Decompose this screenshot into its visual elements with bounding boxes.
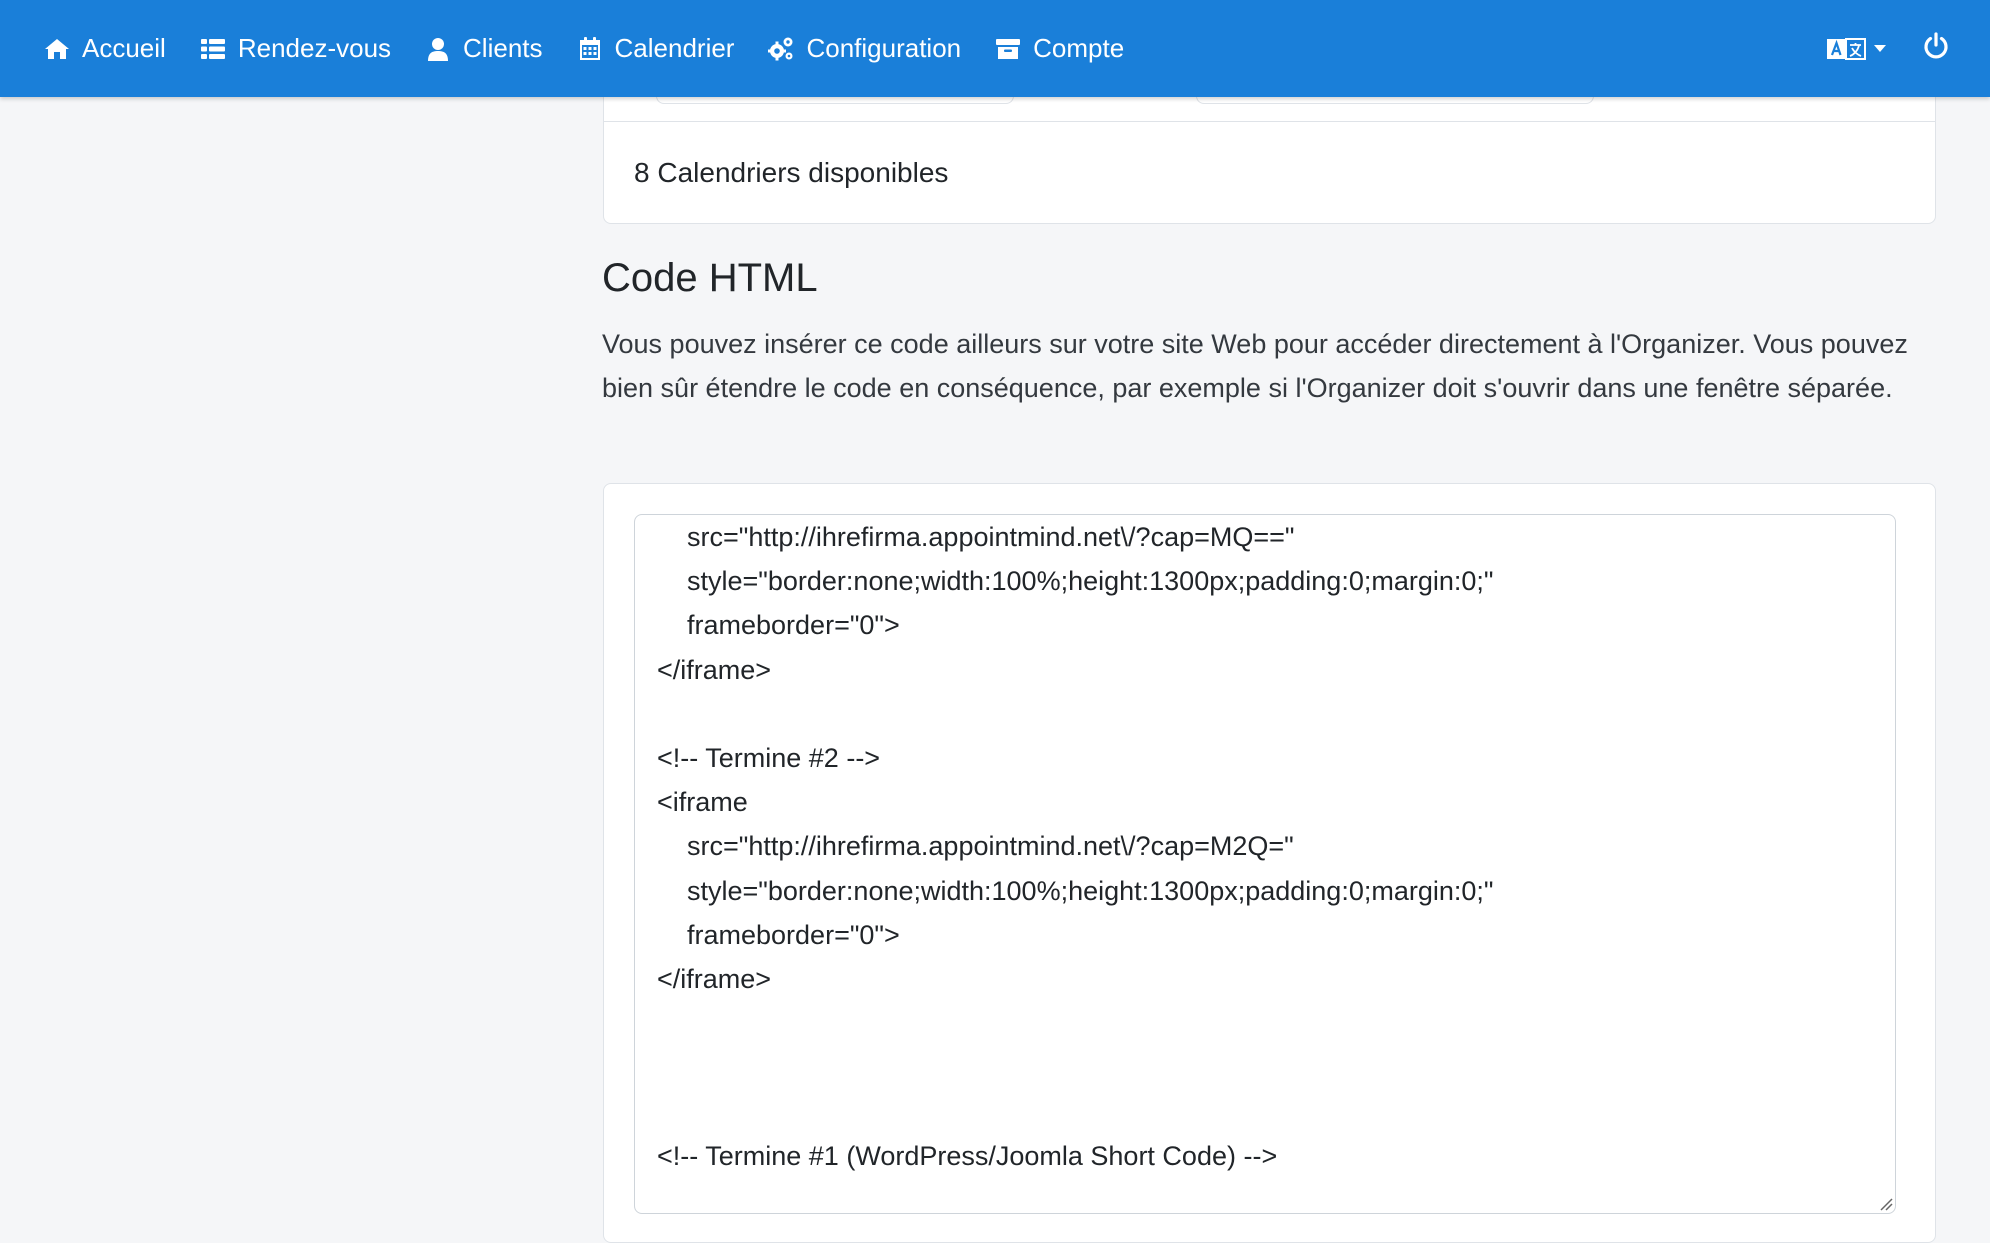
language-icon	[1827, 37, 1866, 60]
nav-item-label: Rendez-vous	[237, 33, 392, 63]
home-icon	[45, 38, 69, 59]
archive-icon	[996, 38, 1021, 59]
nav-item-compte[interactable]: Compte	[995, 33, 1124, 64]
user-icon	[428, 37, 449, 61]
nav-item-label: Compte	[1033, 33, 1125, 63]
code-line: style="border:none;width:100%;height:130…	[657, 566, 1494, 597]
code-line: frameborder="0">	[657, 610, 900, 641]
logout-button[interactable]	[1922, 32, 1950, 65]
section-description: Vous pouvez insérer ce code ailleurs sur…	[602, 329, 1908, 403]
chevron-down-icon	[1874, 44, 1886, 52]
section-title: Code HTML	[602, 256, 818, 300]
top-navbar: Accueil Rendez-vous Clients Calendrier C…	[0, 0, 1990, 97]
language-dropdown[interactable]	[1826, 37, 1886, 61]
code-line: </iframe>	[657, 654, 772, 685]
nav-item-label: Calendrier	[614, 33, 735, 63]
code-line: style="border:none;width:100%;height:130…	[657, 875, 1494, 906]
nav-item-label: Clients	[463, 33, 543, 63]
code-line: frameborder="0">	[657, 919, 900, 950]
nav-item-accueil[interactable]: Accueil	[44, 33, 166, 64]
code-line: src="http://ihrefirma.appointmind.net\/?…	[657, 522, 1295, 552]
code-line: src="http://ihrefirma.appointmind.net\/?…	[657, 831, 1294, 862]
code-line: <!-- Termine #1 (WordPress/Joomla Short …	[657, 1140, 1278, 1171]
nav-item-configuration[interactable]: Configuration	[768, 33, 961, 64]
nav-right-controls	[1826, 0, 1950, 97]
html-code-textarea[interactable]: src="http://ihrefirma.appointmind.net\/?…	[634, 514, 1896, 1214]
nav-item-label: Accueil	[82, 33, 166, 63]
code-line: <iframe	[657, 787, 748, 818]
list-icon	[200, 38, 225, 59]
nav-item-calendrier[interactable]: Calendrier	[577, 33, 735, 64]
html-code-card: src="http://ihrefirma.appointmind.net\/?…	[603, 483, 1936, 1243]
nav-item-label: Configuration	[806, 33, 962, 63]
cogs-icon	[768, 37, 793, 60]
card-divider	[604, 121, 1935, 122]
code-line: <!-- Termine #2 -->	[657, 742, 881, 773]
resize-handle-icon[interactable]	[1877, 1195, 1893, 1211]
code-lines: src="http://ihrefirma.appointmind.net\/?…	[657, 515, 1493, 1178]
code-line: </iframe>	[657, 963, 772, 994]
nav-menu: Accueil Rendez-vous Clients Calendrier C…	[44, 0, 1158, 97]
nav-item-rendez-vous[interactable]: Rendez-vous	[200, 33, 391, 64]
power-icon	[1924, 32, 1948, 59]
nav-item-clients[interactable]: Clients	[425, 33, 543, 64]
calendar-icon	[579, 36, 600, 60]
calendars-count: 8 Calendriers disponibles	[634, 157, 949, 188]
